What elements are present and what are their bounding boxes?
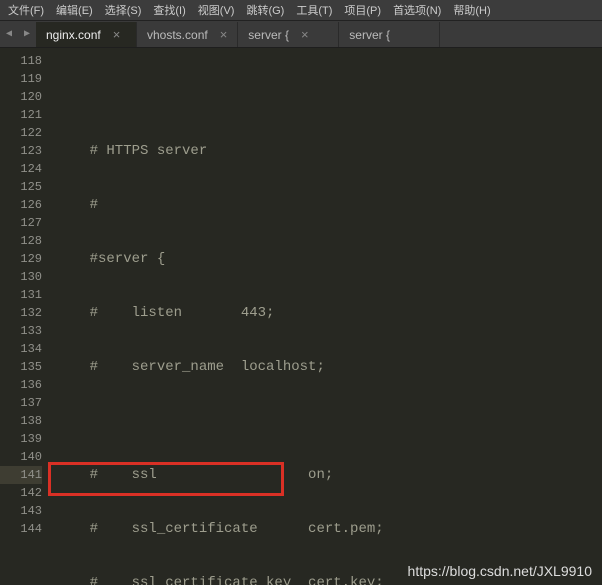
code-line: #	[56, 196, 602, 214]
nav-right-icon[interactable]: ▶	[24, 28, 30, 40]
code-line: #server {	[56, 250, 602, 268]
gutter: 1181191201211221231241251261271281291301…	[0, 48, 48, 585]
menu-help[interactable]: 帮助(H)	[449, 2, 494, 18]
line-number: 136	[0, 376, 42, 394]
tab-vhosts-conf[interactable]: vhosts.conf ×	[137, 22, 238, 47]
line-number: 128	[0, 232, 42, 250]
watermark: https://blog.csdn.net/JXL9910	[408, 563, 592, 579]
code-editor[interactable]: # HTTPS server # #server { # listen 443;…	[48, 48, 602, 585]
menu-project[interactable]: 项目(P)	[340, 2, 385, 18]
tab-nginx-conf[interactable]: nginx.conf ×	[36, 22, 137, 47]
code-line	[56, 412, 602, 430]
line-number: 140	[0, 448, 42, 466]
close-icon[interactable]: ×	[301, 27, 309, 42]
tab-server-1[interactable]: server { ×	[238, 22, 339, 47]
line-number: 119	[0, 70, 42, 88]
tabbar: ◀ ▶ nginx.conf × vhosts.conf × server { …	[0, 21, 602, 48]
line-number: 137	[0, 394, 42, 412]
line-number: 144	[0, 520, 42, 538]
line-number: 139	[0, 430, 42, 448]
line-number: 126	[0, 196, 42, 214]
code-line: # HTTPS server	[56, 142, 602, 160]
code-line: # ssl on;	[56, 466, 602, 484]
line-number: 135	[0, 358, 42, 376]
tab-server-2[interactable]: server {	[339, 22, 440, 47]
line-number: 121	[0, 106, 42, 124]
menu-view[interactable]: 视图(V)	[194, 2, 239, 18]
line-number: 124	[0, 160, 42, 178]
code-line: # listen 443;	[56, 304, 602, 322]
line-number: 131	[0, 286, 42, 304]
line-number: 120	[0, 88, 42, 106]
code-line: # ssl_certificate cert.pem;	[56, 520, 602, 538]
line-number: 138	[0, 412, 42, 430]
menu-edit[interactable]: 编辑(E)	[52, 2, 97, 18]
line-number: 123	[0, 142, 42, 160]
tab-label: server {	[349, 28, 390, 42]
line-number: 129	[0, 250, 42, 268]
code-line: # server_name localhost;	[56, 358, 602, 376]
tab-label: nginx.conf	[46, 28, 101, 42]
line-number: 143	[0, 502, 42, 520]
line-number: 118	[0, 52, 42, 70]
nav-arrows: ◀ ▶	[0, 21, 36, 47]
menu-goto[interactable]: 跳转(G)	[242, 2, 288, 18]
line-number: 141	[0, 466, 42, 484]
line-number: 133	[0, 322, 42, 340]
line-number: 125	[0, 178, 42, 196]
line-number: 127	[0, 214, 42, 232]
line-number: 132	[0, 304, 42, 322]
close-icon[interactable]: ×	[220, 27, 228, 42]
tabs: nginx.conf × vhosts.conf × server { × se…	[36, 21, 602, 47]
menu-tools[interactable]: 工具(T)	[292, 2, 336, 18]
line-number: 130	[0, 268, 42, 286]
tab-label: server {	[248, 28, 289, 42]
nav-left-icon[interactable]: ◀	[6, 28, 12, 40]
editor-body: 1181191201211221231241251261271281291301…	[0, 48, 602, 585]
window: 文件(F) 编辑(E) 选择(S) 查找(I) 视图(V) 跳转(G) 工具(T…	[0, 0, 602, 585]
code-line	[56, 88, 602, 106]
menu-file[interactable]: 文件(F)	[4, 2, 48, 18]
line-number: 134	[0, 340, 42, 358]
menubar: 文件(F) 编辑(E) 选择(S) 查找(I) 视图(V) 跳转(G) 工具(T…	[0, 0, 602, 21]
menu-find[interactable]: 查找(I)	[149, 2, 189, 18]
close-icon[interactable]: ×	[113, 27, 121, 42]
tab-label: vhosts.conf	[147, 28, 208, 42]
line-number: 122	[0, 124, 42, 142]
menu-prefs[interactable]: 首选项(N)	[389, 2, 445, 18]
line-number: 142	[0, 484, 42, 502]
menu-select[interactable]: 选择(S)	[101, 2, 146, 18]
